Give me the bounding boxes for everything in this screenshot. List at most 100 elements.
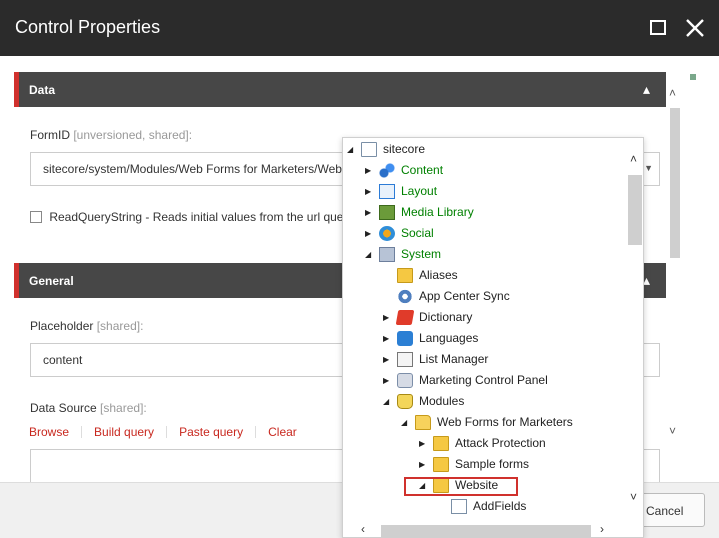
placeholder-label: Placeholder [shared]: — [30, 319, 143, 333]
tree-node[interactable]: ◢ System — [343, 244, 627, 265]
scroll-up-icon[interactable]: ˄ — [630, 152, 637, 166]
tree-node[interactable]: ▶ Layout — [343, 181, 627, 202]
placeholder-label-text: Placeholder — [30, 319, 94, 333]
tree-node-label: Attack Protection — [455, 436, 546, 450]
page-icon — [361, 142, 377, 157]
tree-expand-icon[interactable]: ▶ — [365, 202, 375, 223]
tree-expand-icon[interactable]: ▶ — [419, 454, 429, 475]
paste-query-link[interactable]: Paste query — [179, 425, 243, 439]
selected-node-highlight — [404, 477, 518, 496]
close-icon — [686, 19, 704, 37]
scroll-left-icon[interactable]: ‹ — [361, 522, 365, 536]
system-icon — [379, 247, 395, 262]
tree-expand-icon[interactable]: ▶ — [383, 370, 393, 391]
folder-icon — [433, 457, 449, 472]
formid-tree-dropdown: ◢ sitecore ▶ Content ▶ Layout ▶ Media Library ▶ S… — [342, 137, 644, 538]
list-manager-icon — [397, 352, 413, 367]
tree-expand-icon[interactable]: ▶ — [365, 223, 375, 244]
tree-node-label: Web Forms for Marketers — [437, 415, 573, 429]
tree-expand-icon[interactable]: ▶ — [383, 349, 393, 370]
marketing-icon — [397, 373, 413, 388]
link-divider — [255, 426, 257, 438]
modules-icon — [397, 394, 413, 409]
scrollbar-thumb[interactable] — [628, 175, 642, 245]
tree-node[interactable]: ▶ List Manager — [343, 349, 627, 370]
formid-label: FormID [unversioned, shared]: — [30, 128, 192, 142]
tree-node[interactable]: AddFields — [343, 496, 627, 517]
browse-link[interactable]: Browse — [29, 425, 69, 439]
tree-node[interactable]: ▶ Attack Protection — [343, 433, 627, 454]
tree-node-label: App Center Sync — [419, 289, 510, 303]
status-indicator — [690, 74, 696, 80]
panel-scrollbar[interactable]: ˄ ˅ — [666, 72, 684, 444]
tree-node[interactable]: ▶ Languages — [343, 328, 627, 349]
media-library-icon — [379, 205, 395, 220]
datasource-label: Data Source [shared]: — [30, 401, 147, 415]
maximize-button[interactable] — [646, 16, 670, 40]
tree-node-label: Content — [401, 163, 444, 177]
dictionary-icon — [395, 310, 415, 325]
tree-node-label: sitecore — [383, 142, 426, 156]
readquerystring-checkbox[interactable] — [30, 211, 42, 223]
tree-node[interactable]: ▶ Content — [343, 160, 627, 181]
layout-icon — [379, 184, 395, 199]
tree-node-label: Sample forms — [455, 457, 530, 471]
tree-expand-icon[interactable]: ▶ — [365, 160, 375, 181]
tree-horizontal-scrollbar[interactable]: ‹ › — [343, 521, 627, 537]
close-button[interactable] — [683, 16, 707, 40]
tree-node-label: Aliases — [419, 268, 458, 282]
folder-open-icon — [415, 415, 431, 430]
datasource-links: Browse Build query Paste query Clear — [29, 425, 297, 439]
social-icon — [379, 226, 395, 241]
tree-vertical-scrollbar[interactable]: ˄ ˅ — [627, 138, 643, 521]
tree-node-label: Social — [401, 226, 434, 240]
folder-icon — [433, 436, 449, 451]
tree-node[interactable]: ▶ Media Library — [343, 202, 627, 223]
formid-meta: [unversioned, shared]: — [73, 128, 193, 142]
tree-node[interactable]: Aliases — [343, 265, 627, 286]
tree-node[interactable]: ◢ sitecore — [343, 139, 627, 160]
scroll-down-icon[interactable]: ˅ — [669, 424, 676, 438]
tree-node[interactable]: App Center Sync — [343, 286, 627, 307]
scrollbar-thumb[interactable] — [381, 525, 591, 537]
datasource-label-text: Data Source — [30, 401, 97, 415]
formid-value: sitecore/system/Modules/Web Forms for Ma… — [43, 162, 348, 176]
tree-node[interactable]: ▶ Marketing Control Panel — [343, 370, 627, 391]
datasource-meta: [shared]: — [100, 401, 147, 415]
tree-node-label: Media Library — [401, 205, 474, 219]
tree-collapse-icon[interactable]: ◢ — [401, 412, 411, 433]
tree-expand-icon[interactable]: ▶ — [383, 307, 393, 328]
section-header-data[interactable]: Data ▴ — [14, 72, 666, 107]
tree-collapse-icon[interactable]: ◢ — [347, 139, 357, 160]
tree-collapse-icon[interactable]: ◢ — [383, 391, 393, 412]
link-divider — [166, 426, 168, 438]
scrollbar-thumb[interactable] — [670, 108, 680, 258]
dropdown-arrow-icon[interactable]: ▼ — [644, 163, 653, 173]
addfields-icon — [451, 499, 467, 514]
placeholder-meta: [shared]: — [96, 319, 144, 333]
tree-node-label: List Manager — [419, 352, 489, 366]
tree-expand-icon[interactable]: ▶ — [419, 433, 429, 454]
build-query-link[interactable]: Build query — [94, 425, 154, 439]
folder-icon — [397, 268, 413, 283]
chevron-up-icon[interactable]: ▴ — [643, 81, 650, 98]
clear-link[interactable]: Clear — [268, 425, 297, 439]
tree-node[interactable]: ▶ Dictionary — [343, 307, 627, 328]
tree-node-label: Languages — [419, 331, 479, 345]
scroll-right-icon[interactable]: › — [600, 522, 604, 536]
section-title-data: Data — [29, 83, 56, 97]
tree-expand-icon[interactable]: ▶ — [383, 328, 393, 349]
section-title-general: General — [29, 274, 74, 288]
languages-icon — [397, 331, 413, 346]
scroll-down-icon[interactable]: ˅ — [630, 490, 637, 504]
tree-expand-icon[interactable]: ▶ — [365, 181, 375, 202]
scroll-up-icon[interactable]: ˄ — [669, 86, 676, 100]
tree-node-label: Modules — [419, 394, 465, 408]
tree-node[interactable]: ▶ Social — [343, 223, 627, 244]
chevron-up-icon[interactable]: ▴ — [643, 272, 650, 289]
tree-node[interactable]: ◢ Web Forms for Marketers — [343, 412, 627, 433]
tree-collapse-icon[interactable]: ◢ — [365, 244, 375, 265]
content-icon — [379, 163, 395, 178]
tree-node[interactable]: ▶ Sample forms — [343, 454, 627, 475]
tree-node[interactable]: ◢ Modules — [343, 391, 627, 412]
